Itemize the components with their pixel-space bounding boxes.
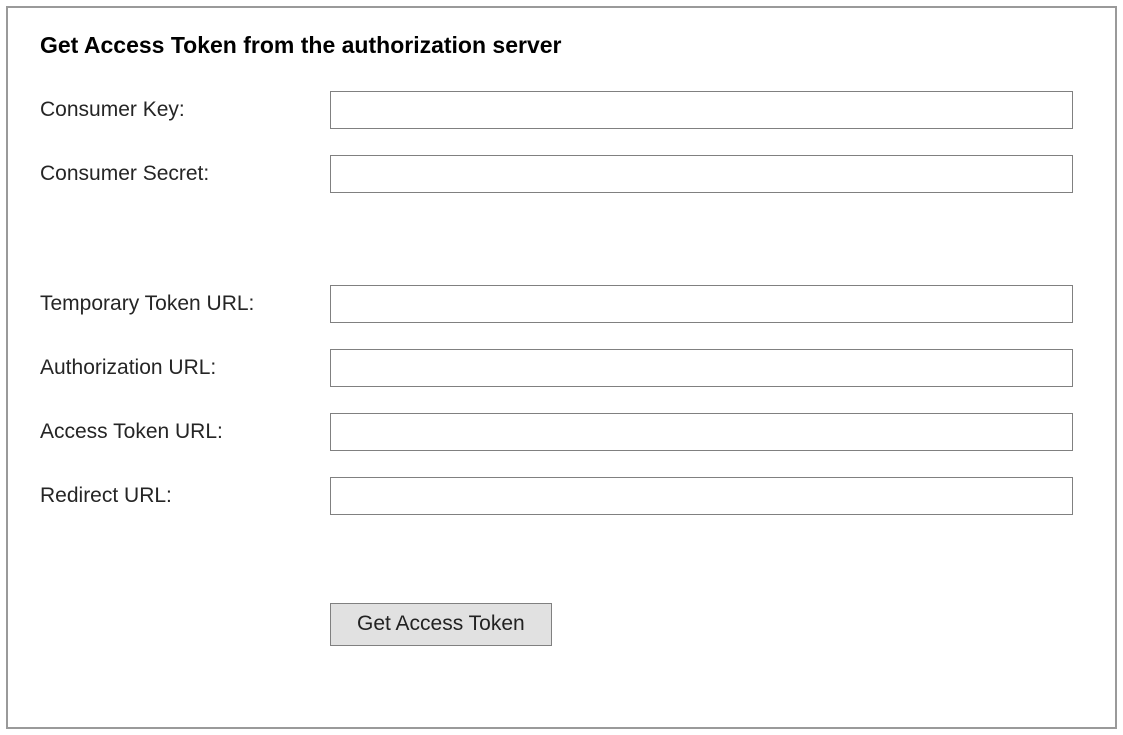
button-spacer — [40, 541, 1073, 577]
form-grid: Consumer Key: Consumer Secret: Temporary… — [40, 91, 1073, 646]
consumer-secret-label: Consumer Secret: — [40, 162, 320, 186]
temporary-token-url-label: Temporary Token URL: — [40, 292, 320, 316]
access-token-url-input[interactable] — [330, 413, 1073, 451]
consumer-secret-input[interactable] — [330, 155, 1073, 193]
consumer-key-label: Consumer Key: — [40, 98, 320, 122]
authorization-url-label: Authorization URL: — [40, 356, 320, 380]
access-token-url-label: Access Token URL: — [40, 420, 320, 444]
access-token-panel: Get Access Token from the authorization … — [6, 6, 1117, 729]
button-cell: Get Access Token — [330, 603, 1073, 646]
get-access-token-button[interactable]: Get Access Token — [330, 603, 552, 646]
group-spacer — [40, 219, 1073, 259]
temporary-token-url-input[interactable] — [330, 285, 1073, 323]
authorization-url-input[interactable] — [330, 349, 1073, 387]
consumer-key-input[interactable] — [330, 91, 1073, 129]
redirect-url-input[interactable] — [330, 477, 1073, 515]
form-title: Get Access Token from the authorization … — [40, 32, 1083, 59]
redirect-url-label: Redirect URL: — [40, 484, 320, 508]
